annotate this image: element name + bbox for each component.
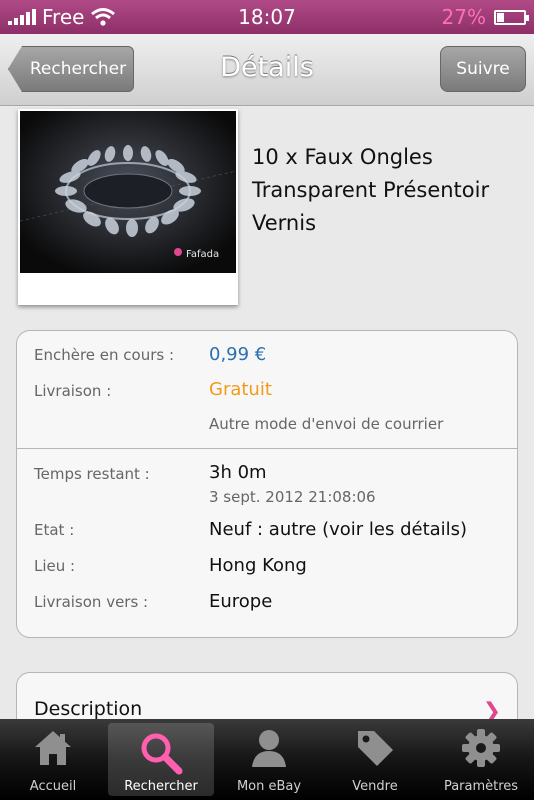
battery-percent: 27% <box>441 5 486 29</box>
location-value: Hong Kong <box>209 555 307 576</box>
product-image[interactable]: Fafada <box>18 109 238 305</box>
location-label: Lieu : <box>34 557 76 575</box>
tab-label: Mon eBay <box>236 779 302 794</box>
tab-home[interactable]: Accueil <box>0 719 106 800</box>
search-icon <box>141 733 183 775</box>
tab-search[interactable]: Rechercher <box>108 723 214 796</box>
tab-label: Paramètres <box>443 779 519 794</box>
ships-to-value: Europe <box>209 591 273 612</box>
tab-label: Vendre <box>352 779 398 794</box>
current-bid-value: 0,99 € <box>209 344 267 365</box>
watermark-text: Fafada <box>186 249 219 260</box>
tab-bar: Accueil Rechercher Mon eBay Vendre Param… <box>0 719 534 800</box>
description-row[interactable]: Description ❯ <box>16 672 518 719</box>
tab-my-ebay[interactable]: Mon eBay <box>216 719 322 800</box>
battery-icon <box>494 9 529 25</box>
shipping-value: Gratuit <box>209 379 272 400</box>
time-left-label: Temps restant : <box>34 465 150 483</box>
navigation-bar: Rechercher Détails Suivre <box>0 34 534 106</box>
description-title: Description <box>34 698 143 719</box>
divider <box>17 448 517 449</box>
shipping-label: Livraison : <box>34 382 112 400</box>
condition-label: Etat : <box>34 521 75 539</box>
item-details-content[interactable]: Fafada 10 x Faux Ongles Transparent Prés… <box>0 107 534 719</box>
status-bar: Free 18:07 27% <box>0 0 534 34</box>
current-bid-label: Enchère en cours : <box>34 346 175 364</box>
time-left-value: 3h 0m <box>209 462 267 483</box>
tab-label: Rechercher <box>124 779 198 794</box>
nail-display-photo: Fafada <box>20 111 236 273</box>
tag-icon <box>358 731 393 766</box>
tab-sell[interactable]: Vendre <box>322 719 428 800</box>
user-icon <box>252 730 286 767</box>
follow-button[interactable]: Suivre <box>440 46 526 92</box>
tab-label: Accueil <box>29 779 77 794</box>
item-info-card: Enchère en cours : 0,99 € Livraison : Gr… <box>16 330 518 638</box>
gear-icon <box>462 729 500 767</box>
tab-settings[interactable]: Paramètres <box>428 719 534 800</box>
product-title: 10 x Faux Ongles Transparent Présentoir … <box>252 145 490 235</box>
ships-to-label: Livraison vers : <box>34 593 149 611</box>
end-date: 3 sept. 2012 21:08:06 <box>209 488 376 506</box>
home-icon <box>35 731 71 765</box>
condition-value: Neuf : autre (voir les détails) <box>209 519 468 540</box>
shipping-note: Autre mode d'envoi de courrier <box>209 415 444 433</box>
chevron-right-icon: ❯ <box>482 699 501 719</box>
